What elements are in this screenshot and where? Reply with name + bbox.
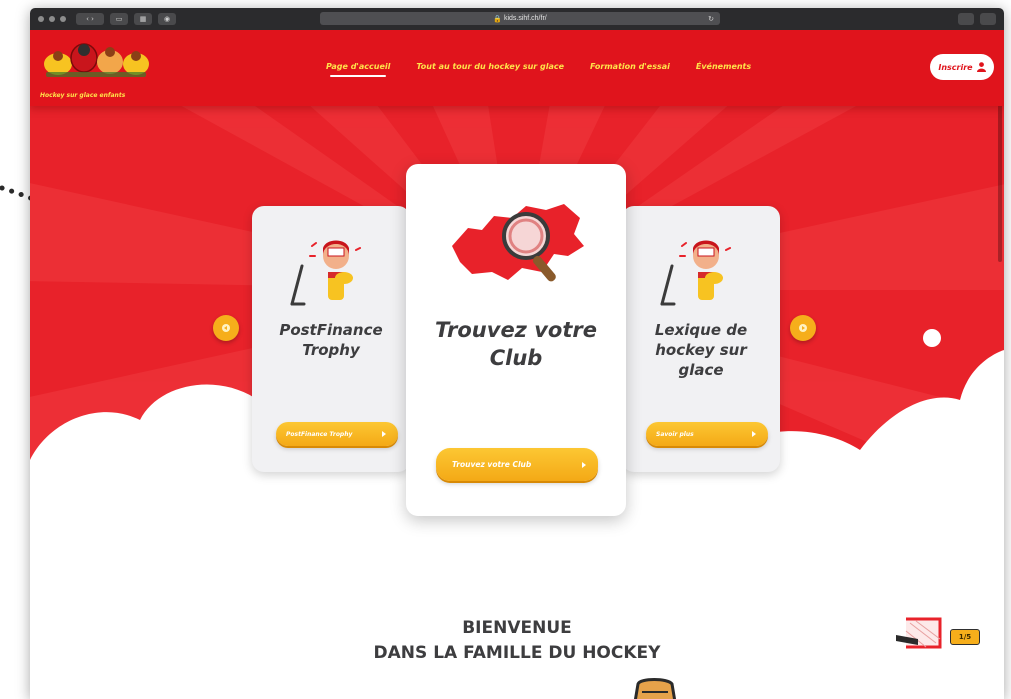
- chevron-right-icon: [752, 431, 756, 437]
- kids-mascots-logo-icon: [44, 43, 149, 77]
- button-label: PostFinance Trophy: [286, 430, 353, 438]
- carousel-next-button[interactable]: [790, 315, 816, 341]
- progress-widget[interactable]: 1/5: [896, 613, 980, 655]
- postfinance-trophy-button[interactable]: PostFinance Trophy: [276, 422, 398, 446]
- address-bar[interactable]: 🔒 kids.sihf.ch/fr/ ↻: [320, 12, 720, 25]
- nav-events[interactable]: Événements: [696, 62, 751, 77]
- welcome-line-2: DANS LA FAMILLE DU HOCKEY: [373, 643, 661, 663]
- chevron-left-icon: [222, 324, 230, 332]
- window-controls[interactable]: [38, 16, 66, 22]
- tab-overview-button[interactable]: ▦: [134, 13, 152, 25]
- website: Hockey sur glace enfants Page d'accueil …: [30, 30, 1004, 699]
- switzerland-map-magnifier-icon: [452, 204, 584, 282]
- user-icon: [976, 62, 986, 72]
- hockey-player-icon: [290, 240, 361, 306]
- chevron-right-icon: [799, 324, 807, 332]
- extension-icon[interactable]: ◉: [158, 13, 176, 25]
- chevron-right-icon: [382, 431, 386, 437]
- main-navigation: Page d'accueil Tout au tour du hockey su…: [326, 62, 751, 77]
- logo-text: Hockey sur glace enfants: [40, 92, 126, 99]
- share-button[interactable]: [958, 13, 974, 25]
- reload-icon[interactable]: ↻: [708, 15, 714, 23]
- card-postfinance-trophy[interactable]: PostFinance Trophy PostFinance Trophy: [252, 206, 410, 472]
- close-window-icon[interactable]: [38, 16, 44, 22]
- nav-trial-training[interactable]: Formation d'essai: [590, 62, 670, 77]
- back-forward-button[interactable]: ‹ ›: [76, 13, 104, 25]
- browser-window: ‹ › ▭ ▦ ◉ 🔒 kids.sihf.ch/fr/ ↻ Hockey su…: [30, 8, 1004, 699]
- hockey-goal-icon: [896, 617, 942, 649]
- site-logo[interactable]: Hockey sur glace enfants: [38, 34, 168, 104]
- card-title: PostFinance Trophy: [279, 321, 383, 359]
- learn-more-button[interactable]: Savoir plus: [646, 422, 768, 446]
- nav-about-hockey[interactable]: Tout au tour du hockey sur glace: [416, 62, 564, 77]
- browser-toolbar: ‹ › ▭ ▦ ◉ 🔒 kids.sihf.ch/fr/ ↻: [30, 8, 1004, 30]
- decorative-dot: [923, 329, 941, 347]
- button-label: Savoir plus: [656, 430, 694, 438]
- maximize-window-icon[interactable]: [60, 16, 66, 22]
- chevron-right-icon: [582, 461, 586, 468]
- carousel-prev-button[interactable]: [213, 315, 239, 341]
- nav-home[interactable]: Page d'accueil: [326, 62, 390, 77]
- slide-counter: 1/5: [950, 629, 980, 645]
- new-tab-button[interactable]: [980, 13, 996, 25]
- signup-label: Inscrire: [938, 62, 973, 72]
- card-find-club[interactable]: Trouvez votre Club Trouvez votre Club: [406, 164, 626, 516]
- hockey-player-icon: [660, 240, 731, 306]
- address-text: kids.sihf.ch/fr/: [503, 15, 547, 22]
- site-header: Hockey sur glace enfants Page d'accueil …: [30, 30, 1004, 106]
- welcome-heading: BIENVENUE DANS LA FAMILLE DU HOCKEY: [30, 616, 1004, 666]
- welcome-line-1: BIENVENUE: [462, 618, 572, 638]
- card-title: Lexique de hockey sur glace: [654, 321, 748, 379]
- signup-button[interactable]: Inscrire: [930, 54, 994, 80]
- lock-icon: 🔒: [493, 15, 504, 23]
- card-title: Trouvez votre Club: [435, 318, 597, 370]
- find-club-button[interactable]: Trouvez votre Club: [436, 448, 598, 481]
- hockey-stick-icon: [633, 678, 677, 699]
- minimize-window-icon[interactable]: [49, 16, 55, 22]
- button-label: Trouvez votre Club: [452, 460, 532, 469]
- sidebar-toggle-button[interactable]: ▭: [110, 13, 128, 25]
- card-hockey-lexicon[interactable]: Lexique de hockey sur glace Savoir plus: [622, 206, 780, 472]
